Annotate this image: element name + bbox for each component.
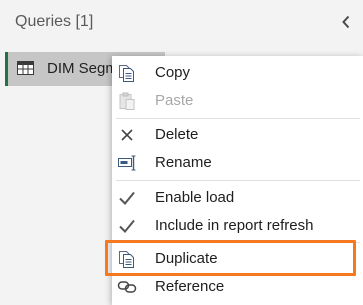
menu-item-include-in-report-refresh[interactable]: Include in report refresh — [112, 212, 363, 240]
duplicate-highlight-box — [105, 240, 356, 276]
menu-item-reference-label: Reference — [155, 278, 225, 295]
menu-item-rename-label: Rename — [155, 154, 212, 171]
checkmark-icon — [116, 187, 138, 209]
menu-item-copy[interactable]: Copy — [112, 59, 363, 87]
checkmark-icon — [116, 215, 138, 237]
menu-item-paste[interactable]: Paste — [112, 87, 363, 115]
reference-icon — [116, 276, 138, 298]
menu-item-paste-label: Paste — [155, 92, 194, 109]
chevron-left-icon — [342, 15, 350, 29]
menu-item-delete[interactable]: Delete — [112, 121, 363, 149]
menu-separator — [116, 180, 360, 181]
menu-item-enable-load[interactable]: Enable load — [112, 184, 363, 212]
delete-icon — [116, 124, 138, 146]
menu-item-rename[interactable]: Rename — [112, 149, 363, 177]
menu-separator — [116, 118, 360, 119]
menu-item-enable-load-label: Enable load — [155, 189, 235, 206]
query-item-label: DIM Segm — [47, 60, 118, 77]
collapse-pane-button[interactable] — [336, 10, 356, 34]
rename-icon — [116, 152, 138, 174]
menu-item-reference[interactable]: Reference — [112, 273, 363, 301]
menu-item-copy-label: Copy — [155, 64, 191, 81]
table-icon — [17, 61, 34, 75]
paste-icon — [116, 90, 138, 112]
copy-icon — [116, 62, 138, 84]
menu-item-include-in-report-refresh-label: Include in report refresh — [155, 217, 314, 234]
queries-pane-header: Queries [1] — [15, 13, 94, 30]
menu-item-delete-label: Delete — [155, 126, 199, 143]
